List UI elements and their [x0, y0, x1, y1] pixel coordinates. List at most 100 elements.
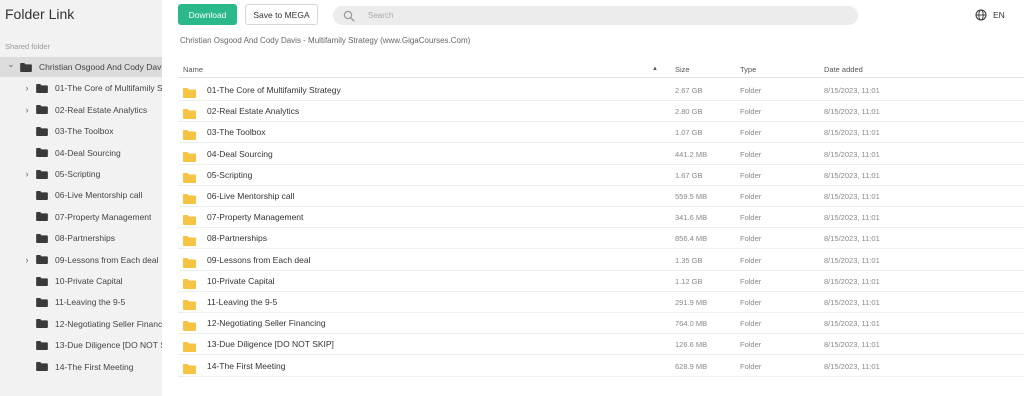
sort-ascending-icon[interactable]: ▲ [652, 66, 658, 72]
file-type: Folder [740, 255, 762, 265]
folder-icon [183, 215, 196, 226]
table-row[interactable]: 07-Property Management 341.6 MB Folder 8/15… [178, 207, 1024, 229]
table-row[interactable]: 08-Partnerships 856.4 MB Folder 8/15/2023, … [178, 228, 1024, 250]
tree-item-label: 01-The Core of Multifamily Strategy [55, 83, 162, 94]
tree-item-label: 10-Private Capital [55, 276, 123, 286]
search-icon [343, 10, 355, 22]
search-bar[interactable]: Search [333, 6, 858, 25]
tree-item[interactable]: 04-Deal Sourcing [0, 143, 162, 163]
file-size: 764.0 MB [675, 319, 708, 329]
tree-item[interactable]: › 01-The Core of Multifamily Strategy [0, 78, 163, 98]
table-row[interactable]: 13-Due Diligence [DO NOT SKIP] 126.6 MB Fo… [178, 334, 1024, 356]
tree-item-label: 05-Scripting [55, 169, 101, 179]
tree-item[interactable]: 12-Negotiating Seller Financing [0, 314, 162, 334]
save-to-mega-button[interactable]: Save to MEGA [245, 4, 318, 25]
tree-item-label: 08-Partnerships [55, 233, 116, 244]
tree-item-label: 09-Lessons from Each deal [55, 254, 159, 265]
file-name: 12-Negotiating Seller Financing [207, 318, 326, 329]
folder-dark-icon [36, 212, 48, 222]
search-input[interactable]: Search [368, 11, 393, 20]
tree-item[interactable]: 10-Private Capital [0, 271, 162, 291]
file-size: 126.6 MB [675, 340, 708, 350]
column-type-header[interactable]: Type [740, 65, 756, 74]
globe-icon [975, 9, 987, 21]
tree-item[interactable]: 08-Partnerships [0, 228, 162, 248]
file-name: 09-Lessons from Each deal [207, 254, 311, 265]
file-size: 628.9 MB [675, 361, 708, 371]
table-row[interactable]: 11-Leaving the 9-5 291.9 MB Folder 8/15/202… [178, 292, 1024, 313]
file-size: 2.67 GB [675, 86, 703, 95]
file-size: 1.35 GB [675, 255, 703, 265]
column-size-header[interactable]: Size [675, 65, 690, 74]
file-size: 441.2 MB [675, 149, 708, 159]
tree-item[interactable]: › 09-Lessons from Each deal [0, 250, 162, 270]
tree-item-label: Christian Osgood And Cody Davis - Multif… [39, 62, 162, 72]
folder-dark-icon [36, 233, 48, 243]
tree-item[interactable]: 14-The First Meeting [0, 357, 162, 377]
file-date-added: 8/15/2023, 11:01 [824, 107, 880, 117]
chevron-right-icon[interactable]: › [22, 169, 32, 179]
download-button[interactable]: Download [178, 4, 237, 25]
folder-dark-icon [20, 62, 32, 72]
table-row[interactable]: 02-Real Estate Analytics 2.80 GB Folder 8/1… [178, 101, 1024, 123]
folder-dark-icon [36, 340, 48, 350]
chevron-right-icon[interactable]: › [22, 83, 32, 93]
file-date-added: 8/15/2023, 11:01 [824, 340, 880, 350]
file-type: Folder [740, 319, 762, 329]
file-size: 341.6 MB [675, 213, 708, 223]
tree-item[interactable]: › 02-Real Estate Analytics [0, 100, 162, 120]
language-selector[interactable]: EN [975, 9, 1005, 21]
file-name: 03-The Toolbox [207, 127, 266, 138]
file-date-added: 8/15/2023, 11:01 [824, 276, 880, 286]
folder-dark-icon [36, 126, 48, 136]
table-row[interactable]: 05-Scripting 1.67 GB Folder 8/15/2023, 11:0… [178, 165, 1024, 186]
folder-icon [183, 342, 196, 353]
file-size: 1.67 GB [675, 170, 703, 180]
chevron-right-icon[interactable]: › [22, 255, 32, 265]
tree-item[interactable]: 06-Live Mentorship call [0, 185, 162, 205]
table-row[interactable]: 12-Negotiating Seller Financing 764.0 MB F… [178, 313, 1024, 335]
tree-item[interactable]: 11-Leaving the 9-5 [0, 292, 162, 312]
folder-dark-icon [36, 362, 48, 372]
tree-item-label: 06-Live Mentorship call [55, 190, 143, 201]
file-name: 02-Real Estate Analytics [207, 106, 300, 117]
folder-icon [183, 278, 196, 289]
table-row[interactable]: 03-The Toolbox 1.07 GB Folder 8/15/2023, 11… [178, 122, 1024, 144]
file-type: Folder [740, 298, 762, 307]
file-type: Folder [740, 213, 762, 223]
file-type: Folder [740, 86, 762, 95]
folder-icon [183, 321, 196, 332]
table-row[interactable]: 06-Live Mentorship call 559.5 MB Folder 8/1… [178, 186, 1024, 207]
chevron-down-icon[interactable]: ⌄ [6, 59, 16, 70]
file-type: Folder [740, 107, 762, 117]
table-row[interactable]: 10-Private Capital 1.12 GB Folder 8/15/2023… [178, 271, 1024, 292]
file-name: 13-Due Diligence [DO NOT SKIP] [207, 339, 334, 350]
breadcrumb: Christian Osgood And Cody Davis - Multif… [180, 36, 471, 45]
table-row[interactable]: 14-The First Meeting 628.9 MB Folder 8/15/2… [178, 356, 1024, 377]
table-row[interactable]: 01-The Core of Multifamily Strategy 2.67 … [178, 80, 1024, 101]
file-date-added: 8/15/2023, 11:01 [824, 192, 880, 201]
folder-icon [183, 194, 196, 204]
tree-item[interactable]: 03-The Toolbox [0, 121, 162, 141]
tree-item-label: 14-The First Meeting [55, 361, 134, 372]
folder-icon [183, 172, 196, 183]
folder-dark-icon [36, 169, 48, 179]
file-name: 05-Scripting [207, 169, 253, 180]
tree-item[interactable]: 07-Property Management [0, 207, 162, 227]
table-row[interactable]: 09-Lessons from Each deal 1.35 GB Folder 8/… [178, 250, 1024, 271]
file-name: 04-Deal Sourcing [207, 148, 273, 159]
folder-icon [183, 130, 196, 141]
file-date-added: 8/15/2023, 11:01 [824, 128, 880, 138]
folder-icon [183, 109, 196, 120]
tree-item-root[interactable]: ⌄ Christian Osgood And Cody Davis - Multi… [0, 57, 162, 77]
table-row[interactable]: 04-Deal Sourcing 441.2 MB Folder 8/15/2023,… [178, 144, 1024, 165]
folder-dark-icon [36, 255, 48, 265]
file-size: 856.4 MB [675, 234, 708, 244]
column-date-header[interactable]: Date added [824, 65, 863, 74]
tree-item[interactable]: › 05-Scripting [0, 164, 162, 184]
table-header: Name ▲ Size Type Date added [178, 62, 1024, 78]
sidebar-title: Folder Link [5, 6, 75, 22]
column-name-header[interactable]: Name [183, 65, 203, 74]
tree-item[interactable]: 13-Due Diligence [DO NOT SKIP] [0, 335, 162, 355]
chevron-right-icon[interactable]: › [22, 105, 32, 115]
